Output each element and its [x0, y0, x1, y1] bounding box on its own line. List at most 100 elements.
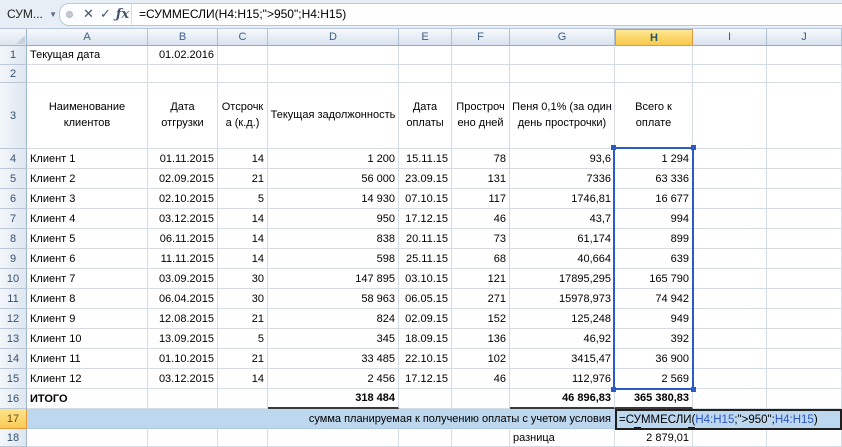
cell-G5[interactable]: 7336	[510, 169, 615, 189]
cell-E1[interactable]	[399, 46, 452, 65]
cell-H14[interactable]: 36 900	[615, 349, 693, 369]
cell-A12[interactable]: Клиент 9	[27, 309, 148, 329]
row-header-4[interactable]: 4	[0, 149, 27, 169]
cell-D2[interactable]	[268, 65, 399, 83]
cell-B4[interactable]: 01.11.2015	[148, 149, 218, 169]
cell-B15[interactable]: 03.12.2015	[148, 369, 218, 389]
cell-J18[interactable]	[767, 429, 842, 447]
cell-J6[interactable]	[767, 189, 842, 209]
cell-E2[interactable]	[399, 65, 452, 83]
cell-E16[interactable]	[399, 389, 452, 409]
cell-D3[interactable]: Текущая задолжонность	[268, 83, 399, 149]
col-header-H[interactable]: H	[615, 29, 693, 46]
cell-G1[interactable]	[510, 46, 615, 65]
cell-I13[interactable]	[693, 329, 767, 349]
enter-icon[interactable]: ✓	[97, 6, 114, 22]
cell-E12[interactable]: 02.09.15	[399, 309, 452, 329]
cell-D7[interactable]: 950	[268, 209, 399, 229]
cell-F3[interactable]: Прострочено дней	[452, 83, 510, 149]
cell-D18[interactable]	[268, 429, 399, 447]
cell-C9[interactable]: 14	[218, 249, 268, 269]
cell-G12[interactable]: 125,248	[510, 309, 615, 329]
cell-F13[interactable]: 136	[452, 329, 510, 349]
cell-A5[interactable]: Клиент 2	[27, 169, 148, 189]
cell-B10[interactable]: 03.09.2015	[148, 269, 218, 289]
cell-C7[interactable]: 14	[218, 209, 268, 229]
cell-H5[interactable]: 63 336	[615, 169, 693, 189]
cell-D11[interactable]: 58 963	[268, 289, 399, 309]
cell-H15[interactable]: 2 569	[615, 369, 693, 389]
row-header-14[interactable]: 14	[0, 349, 27, 369]
col-header-D[interactable]: D	[268, 29, 399, 46]
cell-C5[interactable]: 21	[218, 169, 268, 189]
cell-A14[interactable]: Клиент 11	[27, 349, 148, 369]
row-header-5[interactable]: 5	[0, 169, 27, 189]
cell-G11[interactable]: 15978,973	[510, 289, 615, 309]
cell-I18[interactable]	[693, 429, 767, 447]
cell-D6[interactable]: 14 930	[268, 189, 399, 209]
cell-E6[interactable]: 07.10.15	[399, 189, 452, 209]
cell-C13[interactable]: 5	[218, 329, 268, 349]
cell-D14[interactable]: 33 485	[268, 349, 399, 369]
cell-H2[interactable]	[615, 65, 693, 83]
cell-G2[interactable]	[510, 65, 615, 83]
cell-H13[interactable]: 392	[615, 329, 693, 349]
cell-I12[interactable]	[693, 309, 767, 329]
cell-J7[interactable]	[767, 209, 842, 229]
cell-F16[interactable]	[452, 389, 510, 409]
cell-G15[interactable]: 112,976	[510, 369, 615, 389]
cell-G7[interactable]: 43,7	[510, 209, 615, 229]
cell-D12[interactable]: 824	[268, 309, 399, 329]
name-box-dropdown-icon[interactable]: ▼	[49, 10, 57, 19]
cell-J2[interactable]	[767, 65, 842, 83]
row-header-16[interactable]: 16	[0, 389, 27, 409]
cell-F7[interactable]: 46	[452, 209, 510, 229]
row-header-17[interactable]: 17	[0, 409, 27, 429]
cell-J16[interactable]	[767, 389, 842, 409]
cancel-icon[interactable]: ✕	[80, 6, 97, 22]
col-header-I[interactable]: I	[693, 29, 767, 46]
cell-E8[interactable]: 20.11.15	[399, 229, 452, 249]
cell-E4[interactable]: 15.11.15	[399, 149, 452, 169]
row-header-15[interactable]: 15	[0, 369, 27, 389]
cell-D8[interactable]: 838	[268, 229, 399, 249]
formula-input[interactable]: =СУММЕСЛИ(H4:H15;">950";H4:H15)	[131, 3, 842, 25]
cell-A7[interactable]: Клиент 4	[27, 209, 148, 229]
row-header-6[interactable]: 6	[0, 189, 27, 209]
cell-I3[interactable]	[693, 83, 767, 149]
cell-C15[interactable]: 14	[218, 369, 268, 389]
cell-I6[interactable]	[693, 189, 767, 209]
cell-A11[interactable]: Клиент 8	[27, 289, 148, 309]
cell-B7[interactable]: 03.12.2015	[148, 209, 218, 229]
cell-C4[interactable]: 14	[218, 149, 268, 169]
splitter-dot-icon[interactable]	[66, 10, 73, 18]
cell-A8[interactable]: Клиент 5	[27, 229, 148, 249]
cell-H3[interactable]: Всего к оплате	[615, 83, 693, 149]
cell-I15[interactable]	[693, 369, 767, 389]
cell-F15[interactable]: 46	[452, 369, 510, 389]
cell-J15[interactable]	[767, 369, 842, 389]
cell-I2[interactable]	[693, 65, 767, 83]
col-header-J[interactable]: J	[767, 29, 842, 46]
cell-B14[interactable]: 01.10.2015	[148, 349, 218, 369]
cell-C2[interactable]	[218, 65, 268, 83]
cell-F5[interactable]: 131	[452, 169, 510, 189]
cell-G13[interactable]: 46,92	[510, 329, 615, 349]
cell-E5[interactable]: 23.09.15	[399, 169, 452, 189]
cell-A16[interactable]: ИТОГО	[27, 389, 148, 409]
cell-D1[interactable]	[268, 46, 399, 65]
cell-B11[interactable]: 06.04.2015	[148, 289, 218, 309]
cell-H12[interactable]: 949	[615, 309, 693, 329]
cell-A2[interactable]	[27, 65, 148, 83]
cell-H18[interactable]: 2 879,01	[615, 429, 693, 447]
cell-I5[interactable]	[693, 169, 767, 189]
cell-E13[interactable]: 18.09.15	[399, 329, 452, 349]
cell-I4[interactable]	[693, 149, 767, 169]
cell-J10[interactable]	[767, 269, 842, 289]
cell-J12[interactable]	[767, 309, 842, 329]
col-header-B[interactable]: B	[148, 29, 218, 46]
col-header-F[interactable]: F	[452, 29, 510, 46]
row-header-7[interactable]: 7	[0, 209, 27, 229]
edit-handle-icon[interactable]	[634, 427, 641, 428]
cell-H11[interactable]: 74 942	[615, 289, 693, 309]
